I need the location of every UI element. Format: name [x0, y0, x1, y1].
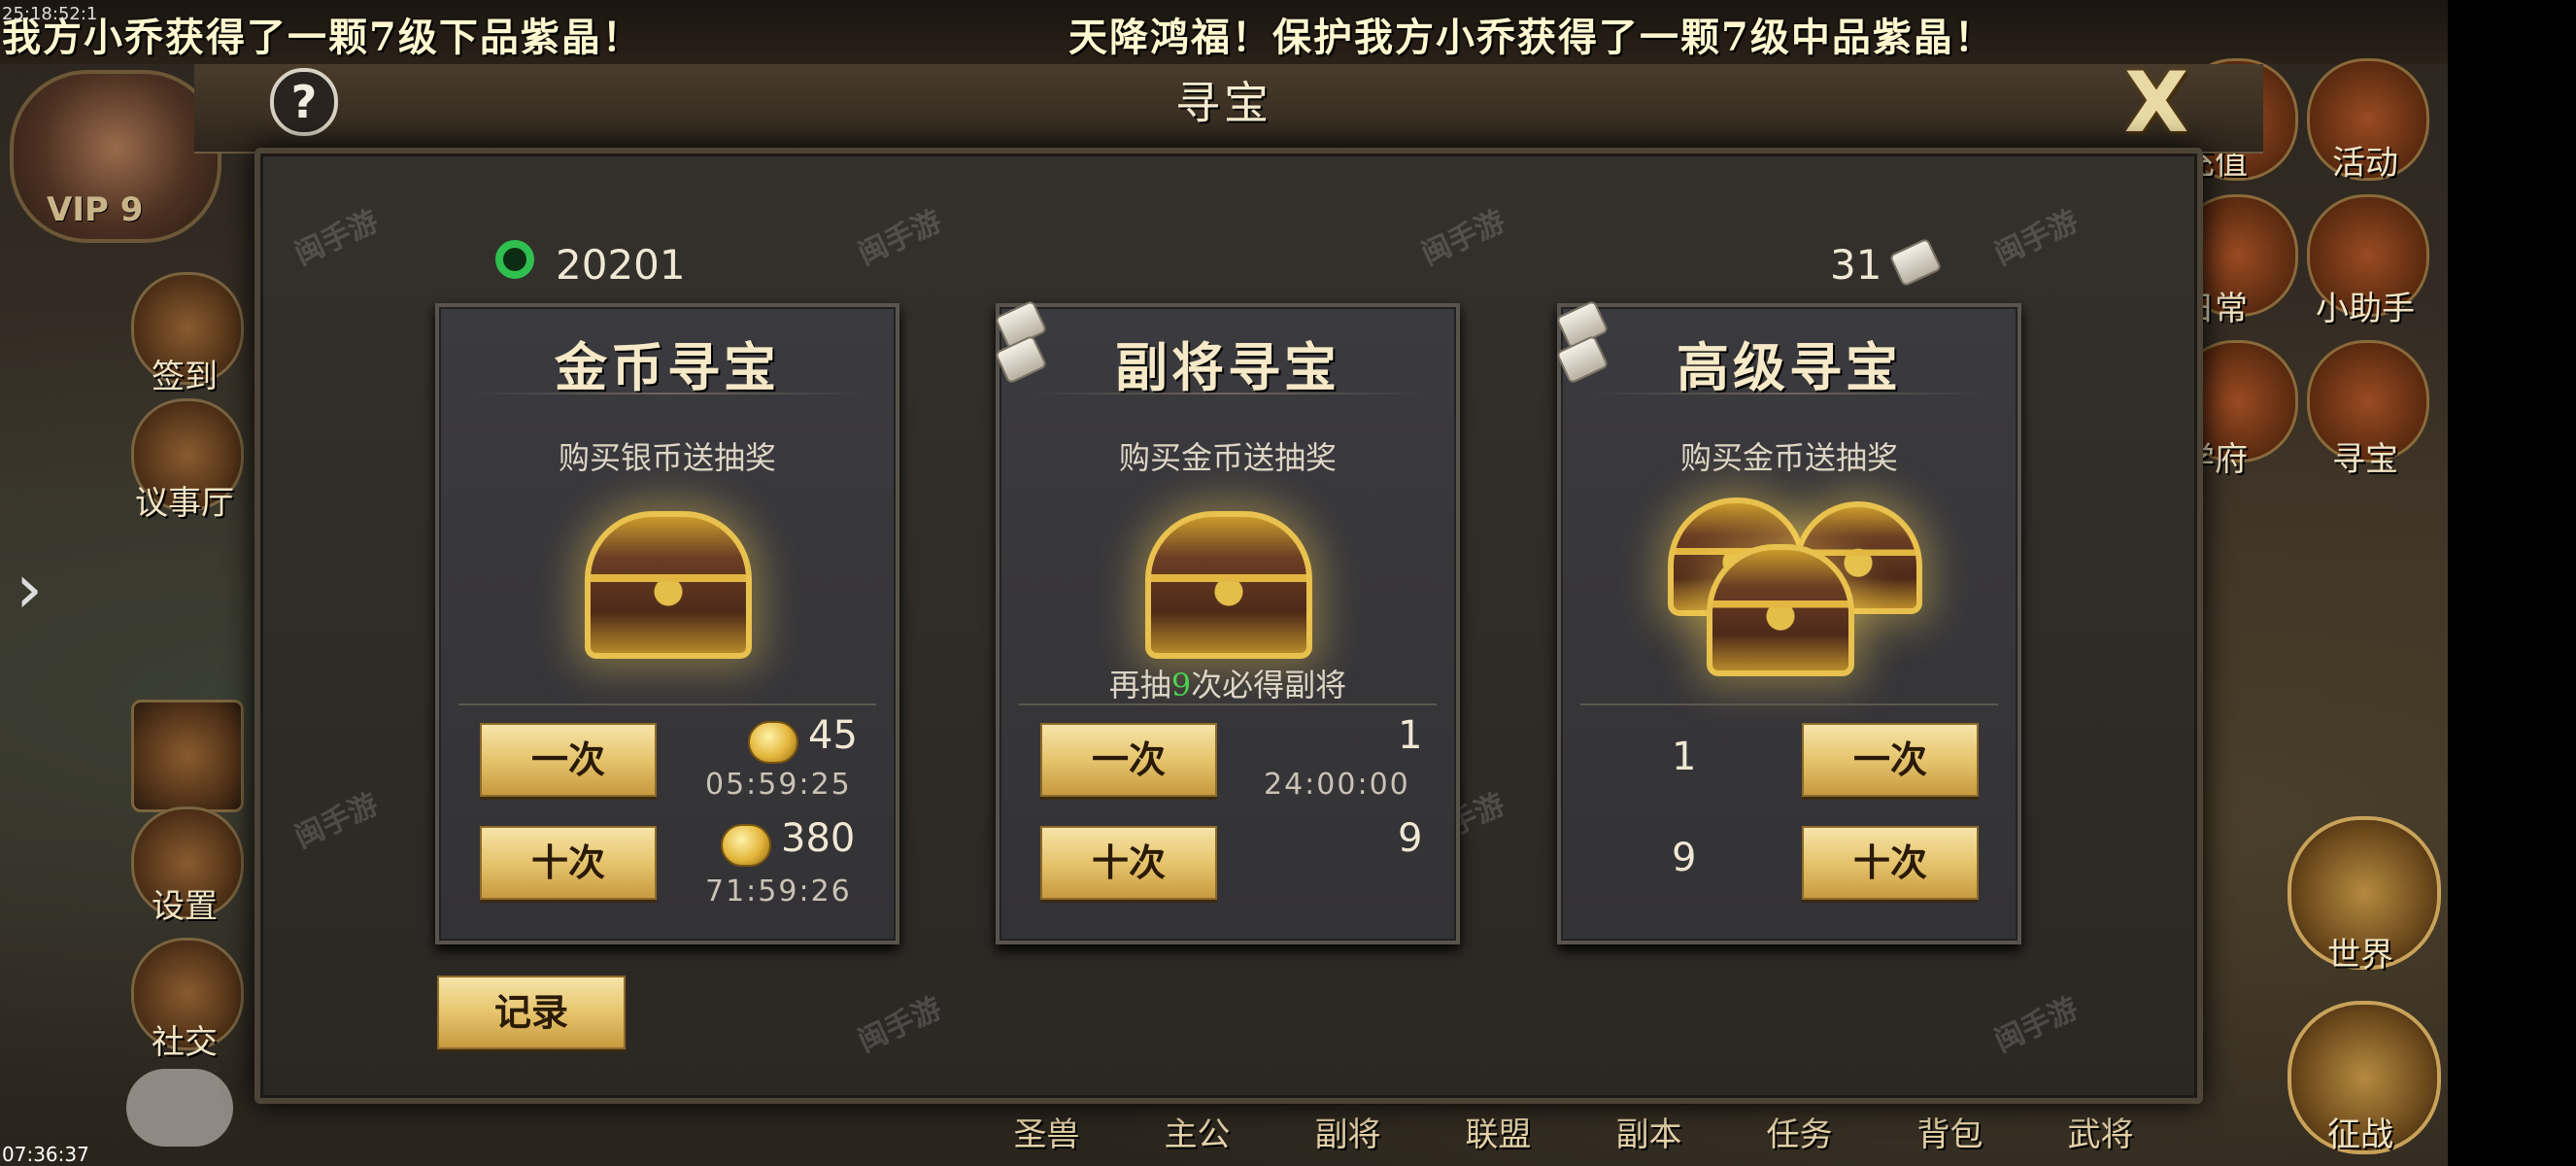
screen-edge — [2448, 0, 2576, 1166]
divider — [458, 703, 876, 705]
gold-treasure-card: 金币寻宝 购买银币送抽奖 一次 45 05:59:25 十次 380 71:59… — [435, 303, 899, 944]
gold-draw-ten-button[interactable]: 十次 — [480, 826, 657, 900]
ticker-message-1: 我方小乔获得了一颗7级下品紫晶！ — [2, 15, 643, 60]
coin-icon — [721, 824, 771, 867]
chest-icon — [1145, 511, 1312, 659]
advanced-draw-ten-button[interactable]: 十次 — [1802, 826, 1979, 900]
card-title: 高级寻宝 — [1677, 336, 1902, 398]
bottom-clock: 07:36:37 — [2, 1143, 89, 1166]
close-icon[interactable]: X — [2118, 61, 2195, 145]
divider — [468, 393, 866, 394]
gold-ten-timer: 71:59:26 — [705, 874, 852, 909]
council-label: 议事厅 — [135, 484, 234, 523]
top-clock: 25:18:52:1 — [2, 4, 98, 24]
broadcast-ticker: 我方小乔获得了一颗7级下品紫晶！ 天降鸿福！保护我方小乔获得了一颗7级中品紫晶！ — [0, 0, 2448, 64]
divider — [1019, 703, 1437, 705]
social-label: 社交 — [152, 1023, 218, 1062]
modal-title: 寻宝 — [1175, 77, 1272, 129]
note-prefix: 再抽 — [1108, 667, 1171, 703]
note-suffix: 次必得副将 — [1191, 667, 1347, 703]
advanced-ten-cost: 9 — [1672, 836, 1697, 880]
nav-item-beast[interactable]: 圣兽 — [971, 1108, 1122, 1166]
nav-item-bag[interactable]: 背包 — [1875, 1108, 2025, 1166]
divider — [1580, 703, 1998, 705]
bottom-nav: 圣兽 主公 副将 联盟 副本 任务 背包 武将 — [971, 1108, 2448, 1166]
nav-item-generals[interactable]: 武将 — [2025, 1108, 2176, 1166]
chest-icon — [585, 511, 752, 659]
general-ten-cost: 9 — [1398, 816, 1423, 861]
nav-item-alliance[interactable]: 联盟 — [1423, 1108, 1574, 1166]
divider — [1590, 393, 1988, 394]
help-icon[interactable]: ? — [270, 68, 338, 136]
jade-amount: 20201 — [556, 241, 686, 289]
chat-icon[interactable] — [126, 1069, 233, 1147]
scroll-amount: 31 — [1830, 241, 1882, 289]
chest-icon — [1707, 544, 1854, 676]
treasure-shortcut-label: 寻宝 — [2332, 440, 2398, 479]
general-treasure-card: 副将寻宝 购买金币送抽奖 再抽9次必得副将 一次 1 24:00:00 十次 9 — [994, 299, 1460, 944]
advanced-draw-once-button[interactable]: 一次 — [1802, 723, 1979, 797]
advanced-treasure-card: 高级寻宝 购买金币送抽奖 1 一次 9 十次 — [1555, 299, 2021, 944]
gold-once-cost: 45 — [808, 713, 858, 758]
mail-button[interactable] — [131, 700, 244, 812]
ticker-message-2: 天降鸿福！保护我方小乔获得了一颗7级中品紫晶！ — [1068, 15, 1995, 60]
divider — [1029, 393, 1427, 394]
helper-label: 小助手 — [2316, 290, 2415, 328]
advanced-once-cost: 1 — [1672, 735, 1697, 779]
coin-icon — [748, 721, 798, 764]
card-title: 副将寻宝 — [1115, 336, 1340, 398]
general-once-timer: 24:00:00 — [1264, 768, 1410, 802]
settings-label: 设置 — [152, 887, 218, 926]
card-title: 金币寻宝 — [555, 336, 780, 398]
general-once-cost: 1 — [1398, 713, 1423, 758]
chevron-right-icon[interactable]: › — [16, 549, 43, 629]
general-draw-once-button[interactable]: 一次 — [1040, 723, 1217, 797]
nav-item-dungeon[interactable]: 副本 — [1574, 1108, 1724, 1166]
checkin-label: 签到 — [152, 358, 218, 396]
vip-badge[interactable]: VIP 9 — [47, 190, 143, 229]
record-button[interactable]: 记录 — [437, 976, 626, 1049]
world-label: 世界 — [2327, 936, 2393, 975]
card-subtitle: 购买银币送抽奖 — [558, 439, 776, 476]
gold-draw-once-button[interactable]: 一次 — [480, 723, 657, 797]
guarantee-note: 再抽9次必得副将 — [1000, 661, 1456, 705]
nav-item-deputy[interactable]: 副将 — [1272, 1108, 1423, 1166]
note-count: 9 — [1170, 667, 1192, 703]
gold-once-timer: 05:59:25 — [705, 768, 852, 802]
activity-label: 活动 — [2332, 144, 2398, 183]
jade-icon — [495, 240, 534, 279]
nav-item-lord[interactable]: 主公 — [1122, 1108, 1272, 1166]
general-draw-ten-button[interactable]: 十次 — [1040, 826, 1217, 900]
nav-item-quest[interactable]: 任务 — [1724, 1108, 1875, 1166]
gold-ten-cost: 380 — [781, 816, 856, 861]
card-subtitle: 购买金币送抽奖 — [1118, 439, 1337, 476]
card-subtitle: 购买金币送抽奖 — [1679, 439, 1898, 476]
